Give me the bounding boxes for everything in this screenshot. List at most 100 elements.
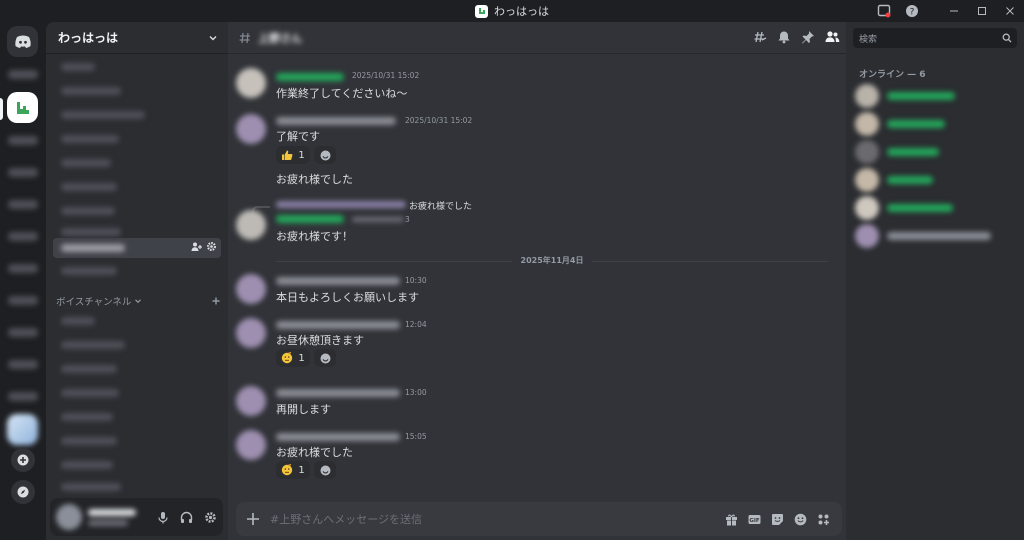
add-reaction-button[interactable] <box>314 349 336 367</box>
chat-header: 上野さん <box>228 22 846 54</box>
gift-icon[interactable] <box>725 513 738 526</box>
message-author[interactable] <box>276 73 344 81</box>
server-item[interactable] <box>8 70 38 79</box>
search-icon <box>1002 33 1012 43</box>
reaction-count: 1 <box>298 352 305 364</box>
members-icon[interactable] <box>825 30 840 44</box>
server-item[interactable] <box>8 168 38 177</box>
emoji-icon[interactable] <box>794 513 807 526</box>
avatar[interactable] <box>236 274 266 304</box>
avatar[interactable] <box>236 68 266 98</box>
avatar[interactable] <box>236 114 266 144</box>
plus-icon <box>246 512 260 526</box>
voice-channel[interactable] <box>53 383 221 403</box>
server-item[interactable] <box>8 296 38 305</box>
message-author[interactable] <box>276 321 400 329</box>
date-divider-label: 2025年11月4日 <box>512 255 592 266</box>
invite-icon[interactable] <box>191 241 202 252</box>
voice-channel[interactable] <box>53 407 221 427</box>
avatar[interactable] <box>236 210 266 240</box>
gear-icon[interactable] <box>204 511 217 524</box>
server-item[interactable] <box>8 232 38 241</box>
avatar[interactable] <box>236 386 266 416</box>
direct-messages-button[interactable] <box>7 26 38 57</box>
close-window-button[interactable] <box>996 0 1024 22</box>
member-item[interactable] <box>855 84 1015 108</box>
apps-icon[interactable] <box>817 513 830 526</box>
create-channel-icon[interactable] <box>211 296 221 306</box>
voice-channel[interactable] <box>53 455 221 475</box>
add-reaction-button[interactable] <box>314 146 336 164</box>
reply-author[interactable] <box>276 201 406 208</box>
avatar[interactable] <box>236 318 266 348</box>
reaction-emoji[interactable]: 1 <box>276 461 310 479</box>
server-item[interactable] <box>8 200 38 209</box>
headphones-icon[interactable] <box>180 511 193 524</box>
avatar[interactable] <box>236 430 266 460</box>
reaction-thumbs-up[interactable]: 1 <box>276 146 310 164</box>
threads-icon[interactable] <box>753 30 767 44</box>
chat-area: 上野さん 2025/10/31 15:02 作業終了してくださいね〜 2025/… <box>228 22 846 540</box>
sticker-icon[interactable] <box>771 513 784 526</box>
server-item[interactable] <box>8 392 38 401</box>
voice-category[interactable]: ボイスチャンネル <box>56 294 221 308</box>
help-button[interactable]: ? <box>898 0 926 22</box>
message-timestamp: 2025/10/31 15:02 <box>352 71 420 80</box>
minimize-button[interactable] <box>940 0 968 22</box>
member-item[interactable] <box>855 168 1015 192</box>
thumbs-up-icon <box>281 149 293 161</box>
message-timestamp: 12:04 <box>405 320 427 329</box>
text-channel[interactable] <box>53 261 221 281</box>
microphone-icon[interactable] <box>157 511 169 524</box>
add-reaction-button[interactable] <box>314 461 336 479</box>
server-item[interactable] <box>8 360 38 369</box>
reaction-emoji[interactable]: 1 <box>276 349 310 367</box>
server-item[interactable] <box>7 414 38 445</box>
reply-preview[interactable]: お疲れ様でした <box>409 199 472 212</box>
server-item[interactable] <box>8 264 38 273</box>
message-text: お疲れ様です！ <box>276 230 353 243</box>
voice-channel[interactable] <box>53 477 221 497</box>
member-item[interactable] <box>855 140 1015 164</box>
text-channel[interactable] <box>53 81 221 101</box>
user-name[interactable] <box>88 508 136 526</box>
text-channel[interactable] <box>53 57 221 77</box>
server-header[interactable]: わっはっは <box>46 22 228 54</box>
member-item[interactable] <box>855 112 1015 136</box>
text-channel[interactable] <box>53 105 221 125</box>
member-item[interactable] <box>855 224 1015 248</box>
bell-icon[interactable] <box>777 30 791 44</box>
member-item[interactable] <box>855 196 1015 220</box>
maximize-button[interactable] <box>968 0 996 22</box>
gear-icon[interactable] <box>206 241 217 252</box>
message-author[interactable] <box>276 389 400 397</box>
voice-channel[interactable] <box>53 311 221 331</box>
text-channel[interactable] <box>53 129 221 149</box>
voice-channel[interactable] <box>53 359 221 379</box>
server-item[interactable] <box>8 136 38 145</box>
pin-icon[interactable] <box>801 30 815 44</box>
avatar[interactable] <box>56 504 82 530</box>
message-author[interactable] <box>276 215 344 223</box>
message-input[interactable]: #上野さんへメッセージを送信 <box>270 511 725 527</box>
server-wahhahha[interactable] <box>7 92 38 123</box>
message-author[interactable] <box>276 277 400 285</box>
inbox-button[interactable] <box>870 0 898 22</box>
server-item[interactable] <box>8 328 38 337</box>
text-channel[interactable] <box>53 201 221 221</box>
text-channel[interactable] <box>53 177 221 197</box>
message-text: お疲れ様でした <box>276 173 353 186</box>
message-author[interactable] <box>276 433 400 441</box>
search-bar[interactable]: 検索 <box>853 28 1017 48</box>
add-server-button[interactable] <box>11 448 35 472</box>
text-channel[interactable] <box>53 153 221 173</box>
gif-icon[interactable]: GIF <box>748 513 761 526</box>
explore-servers-button[interactable] <box>11 480 35 504</box>
voice-channel[interactable] <box>53 431 221 451</box>
message-timestamp: 13:00 <box>405 388 427 397</box>
upload-button[interactable] <box>236 512 270 526</box>
text-channel-selected[interactable] <box>53 238 221 258</box>
message-text: お疲れ様でした <box>276 446 353 459</box>
voice-channel[interactable] <box>53 335 221 355</box>
message-author[interactable] <box>276 117 396 125</box>
